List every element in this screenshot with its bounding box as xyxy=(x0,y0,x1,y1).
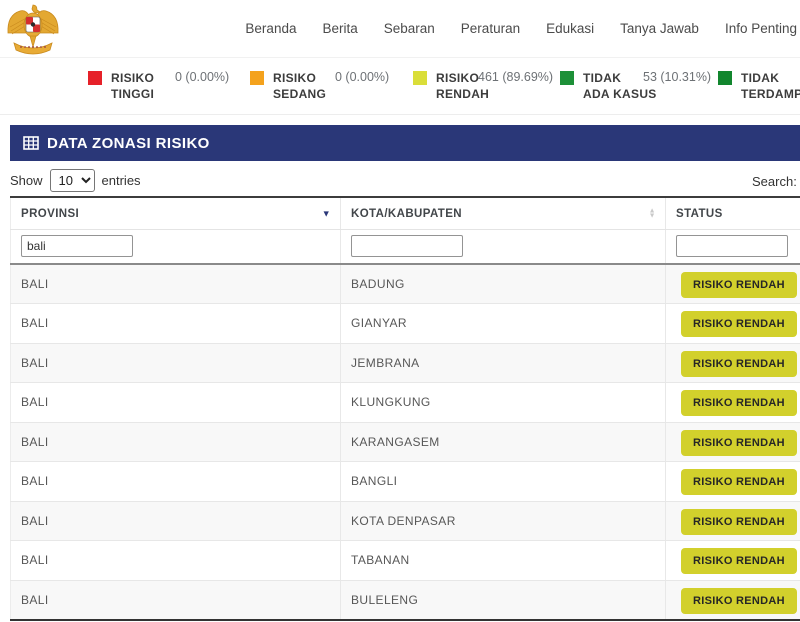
kota-cell: GIANYAR xyxy=(341,304,666,344)
page: Beranda Berita Sebaran Peraturan Edukasi… xyxy=(0,0,800,622)
kota-cell: JEMBRANA xyxy=(341,343,666,383)
main-nav: Beranda Berita Sebaran Peraturan Edukasi… xyxy=(219,0,797,57)
legend-label: TIDAKTERDAMPAK xyxy=(741,70,800,102)
column-header-kota-kabupaten[interactable]: KOTA/KABUPATEN ▲▼ xyxy=(341,197,666,230)
kota-cell: BADUNG xyxy=(341,264,666,304)
column-label: KOTA/KABUPATEN xyxy=(351,208,462,220)
table-row: BALI JEMBRANA RISIKO RENDAH xyxy=(11,343,800,383)
status-badge: RISIKO RENDAH xyxy=(681,351,797,377)
legend-label: RISIKOSEDANG xyxy=(273,70,326,102)
table-row: BALI GIANYAR RISIKO RENDAH xyxy=(11,304,800,344)
legend-item-tidak-terdampak: TIDAKTERDAMPAK xyxy=(718,70,800,102)
top-navbar: Beranda Berita Sebaran Peraturan Edukasi… xyxy=(0,0,800,58)
nav-item-berita[interactable]: Berita xyxy=(322,21,357,36)
sort-icon: ▲▼ xyxy=(649,208,656,219)
provinsi-cell: BALI xyxy=(11,383,341,423)
provinsi-cell: BALI xyxy=(11,264,341,304)
entries-selector: Show 10 entries xyxy=(10,169,141,192)
nav-item-beranda[interactable]: Beranda xyxy=(245,21,296,36)
status-filter-input[interactable] xyxy=(676,235,788,257)
table-row: BALI TABANAN RISIKO RENDAH xyxy=(11,541,800,581)
zonation-table-wrap: PROVINSI ▼ KOTA/KABUPATEN ▲▼ STATUS ▲▼ xyxy=(10,196,800,621)
kota-cell: BANGLI xyxy=(341,462,666,502)
table-row: BALI KOTA DENPASAR RISIKO RENDAH xyxy=(11,501,800,541)
not-affected-color-swatch-icon xyxy=(718,71,732,85)
table-icon xyxy=(23,136,39,150)
status-badge: RISIKO RENDAH xyxy=(681,390,797,416)
search-control: Search: xyxy=(752,169,800,194)
provinsi-cell: BALI xyxy=(11,501,341,541)
search-label: Search: xyxy=(752,174,797,189)
kota-cell: TABANAN xyxy=(341,541,666,581)
garuda-pancasila-logo-icon[interactable] xyxy=(6,3,60,55)
column-header-provinsi[interactable]: PROVINSI ▼ xyxy=(11,197,341,230)
nav-item-tanya-jawab[interactable]: Tanya Jawab xyxy=(620,21,699,36)
panel-title: DATA ZONASI RISIKO xyxy=(47,135,210,152)
kota-cell: KLUNGKUNG xyxy=(341,383,666,423)
kota-filter-input[interactable] xyxy=(351,235,463,257)
legend-count-risiko-rendah: 461 (89.69%) xyxy=(478,70,553,84)
status-badge: RISIKO RENDAH xyxy=(681,548,797,574)
provinsi-cell: BALI xyxy=(11,304,341,344)
entries-label: entries xyxy=(102,173,141,188)
kota-cell: KARANGASEM xyxy=(341,422,666,462)
status-badge: RISIKO RENDAH xyxy=(681,272,797,298)
nav-item-edukasi[interactable]: Edukasi xyxy=(546,21,594,36)
table-row: BALI BULELENG RISIKO RENDAH xyxy=(11,580,800,620)
status-badge: RISIKO RENDAH xyxy=(681,469,797,495)
risk-high-color-swatch-icon xyxy=(88,71,102,85)
status-badge: RISIKO RENDAH xyxy=(681,588,797,614)
kota-cell: BULELENG xyxy=(341,580,666,620)
table-row: BALI KLUNGKUNG RISIKO RENDAH xyxy=(11,383,800,423)
column-label: STATUS xyxy=(676,208,723,220)
legend-count-tidak-ada-kasus: 53 (10.31%) xyxy=(643,70,711,84)
nav-item-sebaran[interactable]: Sebaran xyxy=(384,21,435,36)
kota-cell: KOTA DENPASAR xyxy=(341,501,666,541)
column-header-status[interactable]: STATUS ▲▼ xyxy=(666,197,800,230)
status-badge: RISIKO RENDAH xyxy=(681,509,797,535)
provinsi-cell: BALI xyxy=(11,343,341,383)
show-label: Show xyxy=(10,173,43,188)
filter-row xyxy=(11,230,800,265)
status-badge: RISIKO RENDAH xyxy=(681,311,797,337)
provinsi-cell: BALI xyxy=(11,541,341,581)
nav-item-info-penting[interactable]: Info Penting xyxy=(725,21,797,36)
status-badge: RISIKO RENDAH xyxy=(681,430,797,456)
provinsi-cell: BALI xyxy=(11,462,341,502)
legend-item-risiko-tinggi: RISIKOTINGGI xyxy=(88,70,154,102)
provinsi-filter-input[interactable] xyxy=(21,235,133,257)
legend-count-risiko-tinggi: 0 (0.00%) xyxy=(175,70,229,84)
table-row: BALI KARANGASEM RISIKO RENDAH xyxy=(11,422,800,462)
table-row: BALI BADUNG RISIKO RENDAH xyxy=(11,264,800,304)
risk-legend: RISIKOTINGGI 0 (0.00%) RISIKOSEDANG 0 (0… xyxy=(0,58,800,115)
sort-desc-icon: ▼ xyxy=(322,209,331,218)
legend-count-risiko-sedang: 0 (0.00%) xyxy=(335,70,389,84)
panel-header: DATA ZONASI RISIKO xyxy=(10,125,800,161)
header-row: PROVINSI ▼ KOTA/KABUPATEN ▲▼ STATUS ▲▼ xyxy=(11,197,800,230)
table-controls: Show 10 entries Search: xyxy=(10,166,800,194)
nav-item-peraturan[interactable]: Peraturan xyxy=(461,21,520,36)
page-size-select[interactable]: 10 xyxy=(50,169,95,192)
risk-low-color-swatch-icon xyxy=(413,71,427,85)
table-row: BALI BANGLI RISIKO RENDAH xyxy=(11,462,800,502)
risk-medium-color-swatch-icon xyxy=(250,71,264,85)
legend-label: RISIKOTINGGI xyxy=(111,70,154,102)
provinsi-cell: BALI xyxy=(11,422,341,462)
provinsi-cell: BALI xyxy=(11,580,341,620)
zonation-table: PROVINSI ▼ KOTA/KABUPATEN ▲▼ STATUS ▲▼ xyxy=(10,196,800,621)
no-case-color-swatch-icon xyxy=(560,71,574,85)
column-label: PROVINSI xyxy=(21,208,79,220)
legend-item-risiko-sedang: RISIKOSEDANG xyxy=(250,70,326,102)
